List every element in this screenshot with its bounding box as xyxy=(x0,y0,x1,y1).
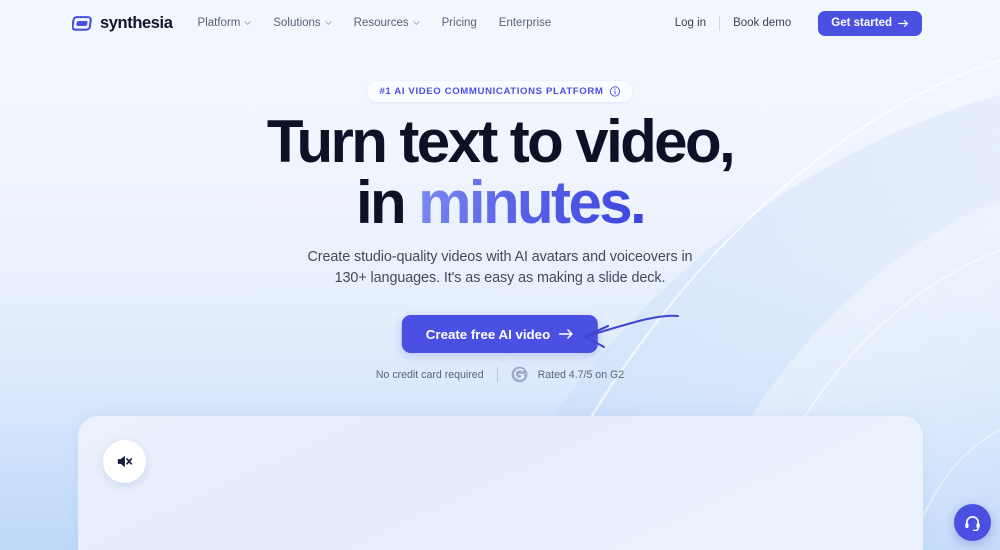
curved-arrow-icon xyxy=(583,314,680,349)
nav-item-label: Resources xyxy=(353,17,409,29)
nav-item-label: Enterprise xyxy=(498,17,552,29)
nav-item-label: Solutions xyxy=(273,17,321,29)
info-circle-icon[interactable] xyxy=(609,86,621,97)
nav-item-label: Pricing xyxy=(441,17,477,29)
nav-item-enterprise[interactable]: Enterprise xyxy=(499,17,551,29)
synthesia-logo-mark-icon xyxy=(72,15,92,31)
nav-item-platform[interactable]: Platform xyxy=(198,17,252,29)
header-actions: Log in Book demo Get started xyxy=(662,0,922,46)
trust-divider xyxy=(496,367,498,382)
headline-line-2-prefix: in xyxy=(355,169,419,236)
support-chat-button[interactable] xyxy=(954,504,991,541)
get-started-button[interactable]: Get started xyxy=(818,10,922,36)
nav-item-resources[interactable]: Resources xyxy=(354,17,420,29)
chevron-down-icon xyxy=(325,21,332,25)
login-link[interactable]: Log in xyxy=(662,17,719,29)
brand-name: synthesia xyxy=(100,13,173,32)
headline-accent-word: minutes. xyxy=(418,169,647,236)
arrow-right-icon xyxy=(898,19,909,27)
trust-row: No credit card required Rated 4.7/5 on G… xyxy=(0,366,1000,383)
badge-label: #1 AI VIDEO COMMUNICATIONS PLATFORM xyxy=(379,86,604,97)
hero-video-panel[interactable] xyxy=(78,416,923,550)
site-header: synthesia Platform Solutions Resources P… xyxy=(0,0,1000,46)
main-nav: Platform Solutions Resources Pricing Ent… xyxy=(198,17,552,29)
rating-text: Rated 4.7/5 on G2 xyxy=(537,368,625,381)
chevron-down-icon xyxy=(244,21,251,25)
status-badge[interactable]: #1 AI VIDEO COMMUNICATIONS PLATFORM xyxy=(367,81,633,102)
headset-icon xyxy=(965,516,980,532)
g2-rating: Rated 4.7/5 on G2 xyxy=(511,366,625,383)
headline-line-1: Turn text to video, xyxy=(266,108,736,175)
nav-item-solutions[interactable]: Solutions xyxy=(273,17,332,29)
get-started-label: Get started xyxy=(831,17,892,29)
hero-subheading: Create studio-quality videos with AI ava… xyxy=(0,247,1000,288)
nav-item-pricing[interactable]: Pricing xyxy=(442,17,477,29)
page-title: Turn text to video, in minutes. xyxy=(0,111,1000,233)
cta-label: Create free AI video xyxy=(425,326,551,342)
chevron-down-icon xyxy=(413,21,420,25)
page-root: synthesia Platform Solutions Resources P… xyxy=(0,0,1000,550)
subhead-line-2: 130+ languages. It's as easy as making a… xyxy=(334,269,666,286)
speaker-muted-icon xyxy=(117,455,133,468)
no-credit-card-text: No credit card required xyxy=(375,368,484,381)
g2-logo-icon xyxy=(511,366,528,383)
book-demo-link[interactable]: Book demo xyxy=(720,17,804,29)
brand-logo[interactable]: synthesia xyxy=(72,14,173,33)
mute-toggle-button[interactable] xyxy=(103,440,146,483)
nav-item-label: Platform xyxy=(197,17,241,29)
subhead-line-1: Create studio-quality videos with AI ava… xyxy=(307,249,693,265)
